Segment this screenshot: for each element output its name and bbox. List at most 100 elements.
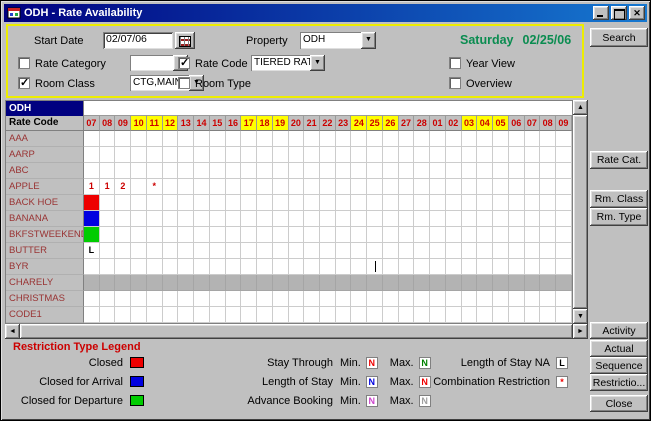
availability-cell[interactable] — [304, 275, 320, 291]
availability-cell[interactable] — [100, 131, 116, 147]
availability-cell[interactable] — [115, 211, 131, 227]
availability-cell[interactable] — [289, 227, 305, 243]
availability-cell[interactable] — [414, 179, 430, 195]
availability-cell[interactable] — [540, 259, 556, 275]
availability-cell[interactable] — [320, 147, 336, 163]
availability-cell[interactable] — [100, 211, 116, 227]
availability-cell[interactable] — [477, 291, 493, 307]
availability-cell[interactable] — [304, 131, 320, 147]
availability-cell[interactable] — [462, 163, 478, 179]
availability-cell[interactable] — [509, 275, 525, 291]
availability-cell[interactable] — [210, 259, 226, 275]
availability-cell[interactable] — [241, 227, 257, 243]
availability-cell[interactable] — [241, 259, 257, 275]
day-header-cell[interactable]: 07 — [525, 116, 541, 131]
availability-cell[interactable] — [115, 227, 131, 243]
availability-cell[interactable] — [351, 291, 367, 307]
availability-cell[interactable] — [84, 275, 100, 291]
availability-cell[interactable] — [414, 307, 430, 323]
availability-cell[interactable] — [525, 227, 541, 243]
availability-cell[interactable] — [525, 179, 541, 195]
availability-cell[interactable] — [100, 259, 116, 275]
availability-cell[interactable] — [210, 211, 226, 227]
availability-cell[interactable] — [493, 179, 509, 195]
availability-cell[interactable] — [430, 179, 446, 195]
availability-cell[interactable] — [304, 291, 320, 307]
day-header-cell[interactable]: 09 — [115, 116, 131, 131]
availability-cell[interactable] — [163, 211, 179, 227]
availability-cell[interactable] — [525, 195, 541, 211]
day-header-cell[interactable]: 24 — [351, 116, 367, 131]
availability-cell[interactable] — [446, 259, 462, 275]
availability-cell[interactable] — [509, 243, 525, 259]
availability-cell[interactable] — [273, 147, 289, 163]
availability-cell[interactable] — [446, 227, 462, 243]
availability-cell[interactable] — [493, 291, 509, 307]
overview-checkbox[interactable] — [449, 77, 461, 89]
sequence-button[interactable]: Sequence — [590, 357, 648, 374]
availability-cell[interactable] — [462, 259, 478, 275]
availability-cell[interactable] — [320, 275, 336, 291]
availability-cell[interactable] — [320, 195, 336, 211]
availability-cell[interactable] — [336, 163, 352, 179]
availability-cell[interactable] — [351, 243, 367, 259]
availability-cell[interactable] — [414, 131, 430, 147]
availability-cell[interactable] — [383, 211, 399, 227]
availability-cell[interactable] — [556, 259, 572, 275]
availability-cell[interactable] — [84, 195, 100, 211]
availability-cell[interactable] — [383, 163, 399, 179]
availability-cell[interactable] — [226, 179, 242, 195]
availability-cell[interactable] — [477, 179, 493, 195]
availability-cell[interactable] — [493, 211, 509, 227]
availability-cell[interactable] — [147, 275, 163, 291]
availability-cell[interactable] — [131, 195, 147, 211]
availability-cell[interactable] — [273, 163, 289, 179]
rm-type-button[interactable]: Rm. Type — [590, 208, 648, 226]
availability-cell[interactable] — [446, 275, 462, 291]
day-header-cell[interactable]: 23 — [336, 116, 352, 131]
restriction-button[interactable]: Restrictio... — [590, 374, 648, 391]
availability-cell[interactable]: L — [84, 243, 100, 259]
availability-cell[interactable] — [257, 227, 273, 243]
availability-cell[interactable] — [383, 147, 399, 163]
availability-cell[interactable] — [446, 179, 462, 195]
availability-cell[interactable] — [163, 307, 179, 323]
availability-cell[interactable] — [351, 307, 367, 323]
availability-cell[interactable] — [257, 275, 273, 291]
availability-cell[interactable] — [100, 243, 116, 259]
availability-cell[interactable] — [351, 275, 367, 291]
availability-cell[interactable] — [194, 211, 210, 227]
availability-cell[interactable]: 1 — [100, 179, 116, 195]
availability-cell[interactable] — [84, 307, 100, 323]
availability-cell[interactable] — [367, 147, 383, 163]
day-header-cell[interactable]: 07 — [84, 116, 100, 131]
availability-cell[interactable] — [289, 291, 305, 307]
availability-cell[interactable] — [100, 291, 116, 307]
availability-cell[interactable] — [367, 131, 383, 147]
availability-cell[interactable] — [163, 163, 179, 179]
availability-cell[interactable] — [115, 243, 131, 259]
v-scroll-thumb[interactable] — [573, 115, 588, 309]
availability-cell[interactable] — [540, 227, 556, 243]
availability-cell[interactable] — [493, 227, 509, 243]
day-header-cell[interactable]: 01 — [430, 116, 446, 131]
availability-cell[interactable] — [163, 243, 179, 259]
rate-cat-button[interactable]: Rate Cat. — [590, 151, 648, 169]
availability-cell[interactable] — [383, 195, 399, 211]
availability-cell[interactable] — [430, 227, 446, 243]
availability-cell[interactable] — [257, 259, 273, 275]
availability-cell[interactable] — [257, 291, 273, 307]
availability-cell[interactable] — [367, 259, 383, 275]
availability-cell[interactable]: * — [147, 179, 163, 195]
availability-cell[interactable] — [336, 179, 352, 195]
rate-code-checkbox[interactable] — [178, 57, 190, 69]
availability-cell[interactable] — [115, 147, 131, 163]
rm-class-button[interactable]: Rm. Class — [590, 190, 648, 208]
availability-cell[interactable] — [430, 243, 446, 259]
availability-cell[interactable] — [336, 227, 352, 243]
availability-cell[interactable] — [131, 131, 147, 147]
availability-cell[interactable] — [540, 291, 556, 307]
availability-cell[interactable] — [493, 195, 509, 211]
availability-cell[interactable] — [399, 307, 415, 323]
availability-cell[interactable] — [320, 291, 336, 307]
